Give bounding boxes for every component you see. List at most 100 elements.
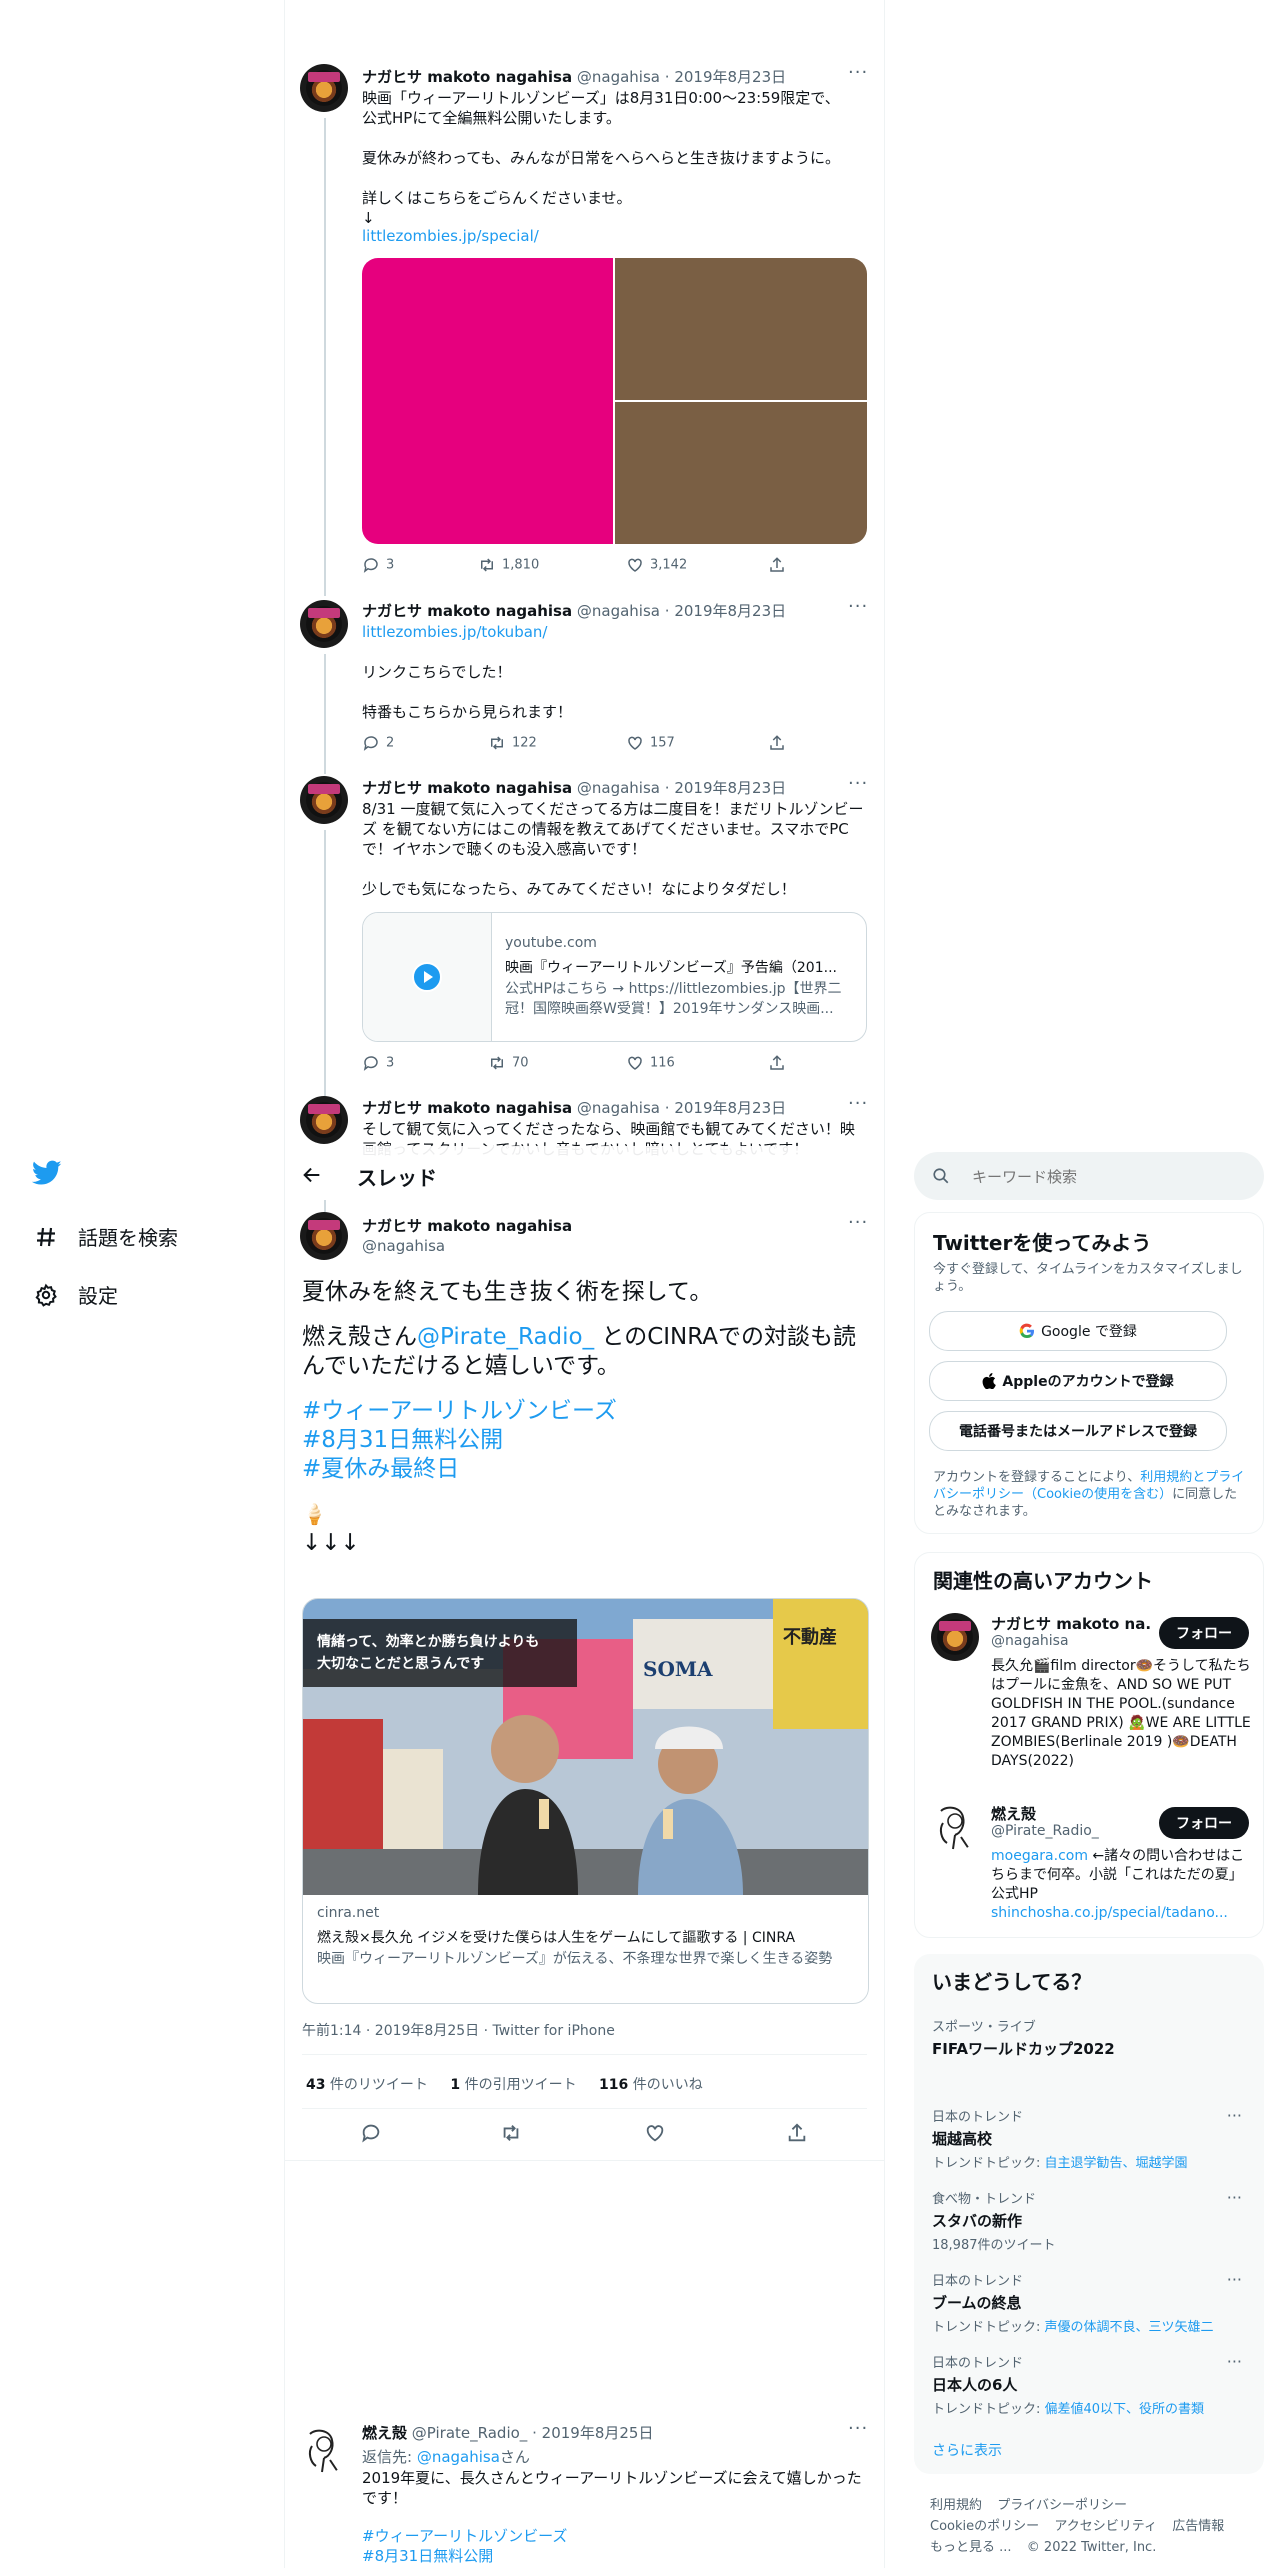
like-button[interactable]: 157 — [626, 734, 675, 752]
avatar[interactable] — [300, 2426, 348, 2474]
tweet-date[interactable]: 2019年8月23日 — [674, 602, 786, 620]
apple-signup-button[interactable]: Appleのアカウントで登録 — [929, 1361, 1227, 1401]
trend-item[interactable]: 日本のトレンド 日本人の6人 トレンドトピック: 偏差値40以下、役所の書類 ·… — [932, 2352, 1242, 2417]
follow-button[interactable]: フォロー — [1159, 1617, 1249, 1649]
google-signup-button[interactable]: Google で登録 — [929, 1311, 1227, 1351]
mention-link[interactable]: @Pirate_Radio_ — [417, 1324, 594, 1350]
author-handle: @nagahisa — [576, 1099, 660, 1117]
trends-panel: いまどうしてる？ スポーツ・ライブ FIFAワールドカップ2022 日本のトレン… — [914, 1954, 1264, 2474]
media-grid[interactable] — [362, 258, 867, 544]
more-icon[interactable]: ··· — [848, 1093, 868, 1114]
author-name[interactable]: ナガヒサ makoto nagahisa — [362, 779, 572, 797]
share-button[interactable] — [768, 556, 792, 574]
trend-item[interactable]: スポーツ・ライブ FIFAワールドカップ2022 — [932, 2016, 1242, 2059]
footer: 利用規約 プライバシーポリシー Cookieのポリシー アクセシビリティ 広告情… — [930, 2494, 1250, 2557]
hashtag-link[interactable]: #8月31日無料公開 — [302, 1426, 872, 1455]
reply-to-link[interactable]: @nagahisa — [417, 2448, 500, 2466]
account-handle: @Pirate_Radio_ — [991, 1823, 1099, 1839]
hashtag-link[interactable]: #8月31日無料公開 — [362, 2546, 493, 2566]
author-name[interactable]: ナガヒサ makoto nagahisa — [362, 1215, 572, 1236]
avatar[interactable] — [931, 1803, 979, 1851]
retweet-button[interactable]: 70 — [488, 1054, 529, 1072]
trend-item[interactable]: 日本のトレンド 堀越高校 トレンドトピック: 自主退学勧告、堀越学園 ··· — [932, 2106, 1242, 2171]
footer-cookie-link[interactable]: Cookieのポリシー — [930, 2519, 1039, 2534]
reply-button[interactable]: 3 — [362, 556, 394, 574]
article-card[interactable]: SOMA 不動産 情緒って、効率とか勝ち負けよりも 大切なことだと思うんです c… — [302, 1598, 869, 2004]
retweet-count[interactable]: 43 件のリツイート — [306, 2077, 428, 2093]
footer-accessibility-link[interactable]: アクセシビリティ — [1054, 2519, 1157, 2534]
media-image[interactable] — [615, 402, 867, 544]
quote-count[interactable]: 1 件の引用ツイート — [450, 2077, 576, 2093]
tweet-date[interactable]: 2019年8月23日 — [674, 68, 786, 86]
search-input[interactable] — [970, 1162, 1244, 1192]
retweet-icon — [491, 736, 503, 750]
like-button[interactable]: 116 — [626, 1054, 675, 1072]
more-icon[interactable]: ··· — [848, 62, 868, 83]
footer-more-link[interactable]: もっと見る ... — [930, 2540, 1012, 2555]
tweet-date[interactable]: 2019年8月25日 — [542, 2424, 654, 2442]
retweet-button[interactable]: 122 — [488, 734, 537, 752]
tweet-date[interactable]: 2019年8月23日 — [674, 779, 786, 797]
reply-button[interactable]: 3 — [362, 1054, 394, 1072]
tweet-date[interactable]: 2019年8月23日 — [674, 1099, 786, 1117]
author-name[interactable]: ナガヒサ makoto nagahisa — [362, 1099, 572, 1117]
show-more-link[interactable]: さらに表示 — [932, 2440, 1002, 2460]
avatar[interactable] — [300, 1096, 348, 1144]
media-image[interactable] — [362, 258, 613, 544]
more-icon[interactable]: ··· — [1227, 2188, 1242, 2207]
trend-item[interactable]: 食べ物・トレンド スタバの新作 18,987件のツイート ··· — [932, 2188, 1242, 2253]
like-button[interactable]: 3,142 — [626, 556, 687, 574]
footer-privacy-link[interactable]: プライバシーポリシー — [997, 2498, 1127, 2513]
account-name[interactable]: 燃え殻 — [991, 1803, 1036, 1824]
more-icon[interactable]: ··· — [1227, 2352, 1242, 2371]
bio-link[interactable]: moegara.com — [991, 1848, 1088, 1864]
search-bar[interactable] — [914, 1152, 1264, 1200]
link-card[interactable]: youtube.com 映画『ウィーアーリトルゾンビーズ』予告編（201... … — [362, 912, 867, 1042]
nav-settings[interactable]: 設定 — [34, 1280, 118, 1309]
like-count[interactable]: 116 件のいいね — [599, 2077, 703, 2093]
hashtag-link[interactable]: #ウィーアーリトルゾンビーズ — [362, 2526, 567, 2546]
retweet-icon — [503, 2125, 519, 2141]
avatar[interactable] — [300, 64, 348, 112]
more-icon[interactable]: ··· — [848, 2418, 868, 2439]
twitter-logo-icon[interactable] — [31, 1160, 62, 1190]
back-arrow-icon[interactable] — [301, 1164, 323, 1190]
tweet-timestamp[interactable]: 午前1:14 · 2019年8月25日 · Twitter for iPhone — [302, 2020, 615, 2040]
bio-link[interactable]: shinchosha.co.jp/special/tadano... — [991, 1905, 1228, 1921]
author-handle: @Pirate_Radio_ — [411, 2424, 528, 2442]
more-icon[interactable]: ··· — [1227, 2106, 1242, 2125]
share-button[interactable] — [768, 734, 792, 752]
share-button[interactable] — [786, 2122, 808, 2148]
nav-explore[interactable]: 話題を検索 — [34, 1222, 178, 1251]
author-name[interactable]: ナガヒサ makoto nagahisa — [362, 602, 572, 620]
tweet-header: ナガヒサ makoto nagahisa @nagahisa · 2019年8月… — [362, 602, 787, 620]
tweet-link[interactable]: littlezombies.jp/special/ — [362, 226, 539, 246]
avatar[interactable] — [300, 600, 348, 648]
avatar[interactable] — [300, 1212, 348, 1260]
media-image[interactable] — [615, 258, 867, 400]
avatar[interactable] — [931, 1613, 979, 1661]
avatar[interactable] — [300, 776, 348, 824]
account-name[interactable]: ナガヒサ makoto na... — [991, 1613, 1151, 1634]
footer-terms-link[interactable]: 利用規約 — [930, 2498, 982, 2513]
phone-email-signup-button[interactable]: 電話番号またはメールアドレスで登録 — [929, 1411, 1227, 1451]
hashtag-link[interactable]: #夏休み最終日 — [302, 1455, 872, 1484]
more-icon[interactable]: ··· — [848, 773, 868, 794]
trend-item[interactable]: 日本のトレンド ブームの終息 トレンドトピック: 声優の体調不良、三ツ矢雄二 ·… — [932, 2270, 1242, 2335]
follow-button[interactable]: フォロー — [1159, 1807, 1249, 1839]
hashtag-link[interactable]: #ウィーアーリトルゾンビーズ — [302, 1397, 872, 1426]
footer-ads-link[interactable]: 広告情報 — [1172, 2519, 1224, 2534]
reply-button[interactable] — [360, 2122, 382, 2148]
share-button[interactable] — [768, 1054, 792, 1072]
reply-button[interactable]: 2 — [362, 734, 394, 752]
more-icon[interactable]: ··· — [848, 596, 868, 617]
tweet-header: ナガヒサ makoto nagahisa @nagahisa · 2019年8月… — [362, 779, 787, 797]
retweet-button[interactable]: 1,810 — [478, 556, 539, 574]
tweet-link[interactable]: littlezombies.jp/tokuban/ — [362, 622, 547, 642]
more-icon[interactable]: ··· — [848, 1212, 868, 1233]
retweet-button[interactable] — [500, 2122, 522, 2148]
author-name[interactable]: 燃え殻 — [362, 2424, 407, 2442]
more-icon[interactable]: ··· — [1227, 2270, 1242, 2289]
like-button[interactable] — [644, 2122, 666, 2148]
author-name[interactable]: ナガヒサ makoto nagahisa — [362, 68, 572, 86]
